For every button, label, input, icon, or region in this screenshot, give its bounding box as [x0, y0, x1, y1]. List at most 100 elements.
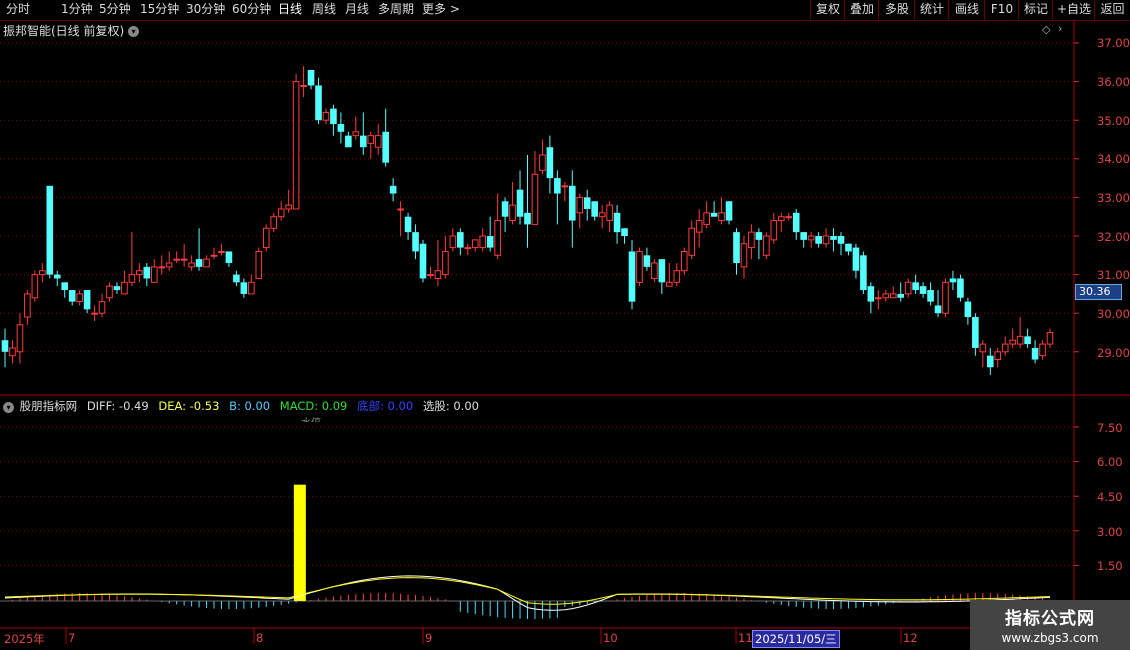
- candle-body: [1024, 336, 1031, 345]
- candle-body: [972, 317, 979, 348]
- selected-date-badge: 2025/11/05/三: [752, 630, 840, 648]
- select-value: 选股: 0.00: [422, 399, 479, 413]
- candle-body: [927, 290, 934, 302]
- candle-body: [867, 286, 875, 302]
- candle-body: [904, 281, 912, 295]
- candle-body: [636, 250, 643, 283]
- candle-body: [1001, 343, 1009, 353]
- candle-body: [359, 135, 367, 148]
- candle-body: [1009, 339, 1016, 345]
- candle-body: [180, 258, 188, 261]
- price-tick: 37.00: [1097, 36, 1130, 50]
- candle-body: [322, 111, 330, 121]
- candle-body: [16, 324, 24, 353]
- candle-body: [934, 305, 942, 314]
- candle-body: [539, 154, 546, 171]
- candle-body: [248, 281, 255, 295]
- indicator-title[interactable]: ▾ 股朋指标网 DIFF: -0.49 DEA: -0.53 B: 0.00 M…: [3, 398, 485, 414]
- candle-body: [785, 216, 793, 219]
- candle-body: [158, 266, 166, 269]
- candle-body: [337, 124, 345, 132]
- candle-body: [98, 301, 106, 314]
- candle-body: [516, 189, 524, 217]
- candle-body: [748, 231, 755, 249]
- candle-body: [830, 236, 837, 240]
- ind-tick: 6.00: [1097, 455, 1123, 469]
- date-tick: 8: [256, 631, 264, 645]
- bottom-value: 底部: 0.00: [357, 399, 414, 413]
- candle-body: [621, 228, 628, 236]
- candle-body: [718, 212, 725, 222]
- candle-body: [367, 135, 375, 144]
- candle-body: [188, 262, 195, 268]
- candlestick-series: [1, 66, 1054, 375]
- candle-body: [300, 84, 307, 87]
- candle-body: [136, 270, 143, 276]
- candle-body: [404, 216, 412, 233]
- candle-body: [39, 270, 46, 276]
- ind-tick: 4.50: [1097, 490, 1123, 504]
- candle-body: [845, 243, 852, 252]
- candle-body: [695, 220, 703, 233]
- candle-body: [576, 196, 584, 214]
- candle-body: [509, 204, 516, 222]
- candle-body: [412, 232, 419, 252]
- candle-body: [949, 278, 957, 283]
- candle-body: [591, 201, 598, 217]
- candle-body: [986, 355, 994, 368]
- candle-body: [643, 255, 651, 267]
- candle-body: [740, 243, 748, 268]
- watermark-url: www.zbgs3.com: [1001, 631, 1099, 645]
- signal-bar: [293, 484, 306, 601]
- kline-chart[interactable]: [0, 0, 1130, 650]
- candle-body: [852, 247, 860, 271]
- candle-body: [703, 212, 710, 225]
- candle-body: [777, 216, 785, 222]
- candle-body: [128, 274, 136, 283]
- candle-body: [651, 262, 658, 279]
- candle-body: [345, 135, 352, 148]
- candle-body: [815, 236, 822, 244]
- candle-body: [1039, 343, 1046, 357]
- candle-body: [912, 282, 919, 291]
- chevron-down-icon[interactable]: ▾: [3, 402, 14, 413]
- candle-body: [807, 235, 815, 241]
- candle-body: [419, 243, 427, 279]
- candle-body: [606, 204, 613, 222]
- candle-body: [457, 232, 464, 248]
- candle-body: [427, 274, 434, 277]
- candle-body: [554, 178, 561, 194]
- candle-body: [763, 235, 770, 256]
- candle-body: [725, 201, 733, 221]
- candle-body: [374, 135, 382, 148]
- candle-body: [524, 212, 531, 225]
- candle-body: [255, 250, 263, 279]
- date-tick: 7: [68, 631, 76, 645]
- candle-body: [494, 220, 501, 256]
- candle-body: [673, 270, 681, 283]
- candle-body: [688, 227, 696, 256]
- candle-body: [486, 236, 494, 248]
- candle-body: [121, 281, 128, 295]
- date-tick: 2025年: [4, 632, 45, 646]
- candle-body: [233, 274, 240, 283]
- candle-body: [755, 232, 763, 240]
- candle-body: [598, 212, 606, 218]
- candle-body: [315, 85, 322, 121]
- ind-tick: 1.50: [1097, 559, 1123, 573]
- candle-body: [330, 108, 337, 125]
- price-tick: 35.00: [1097, 114, 1130, 128]
- candle-body: [658, 259, 666, 283]
- candle-body: [994, 351, 1002, 361]
- candle-body: [680, 250, 688, 272]
- date-tick: 9: [425, 631, 433, 645]
- candle-body: [860, 255, 867, 291]
- candle-body: [979, 343, 987, 353]
- candle-body: [76, 293, 83, 303]
- candle-body: [964, 301, 972, 318]
- candle-body: [957, 278, 964, 298]
- candle-body: [83, 290, 91, 310]
- candle-body: [292, 81, 300, 210]
- candle-body: [225, 251, 233, 264]
- candle-body: [382, 131, 389, 163]
